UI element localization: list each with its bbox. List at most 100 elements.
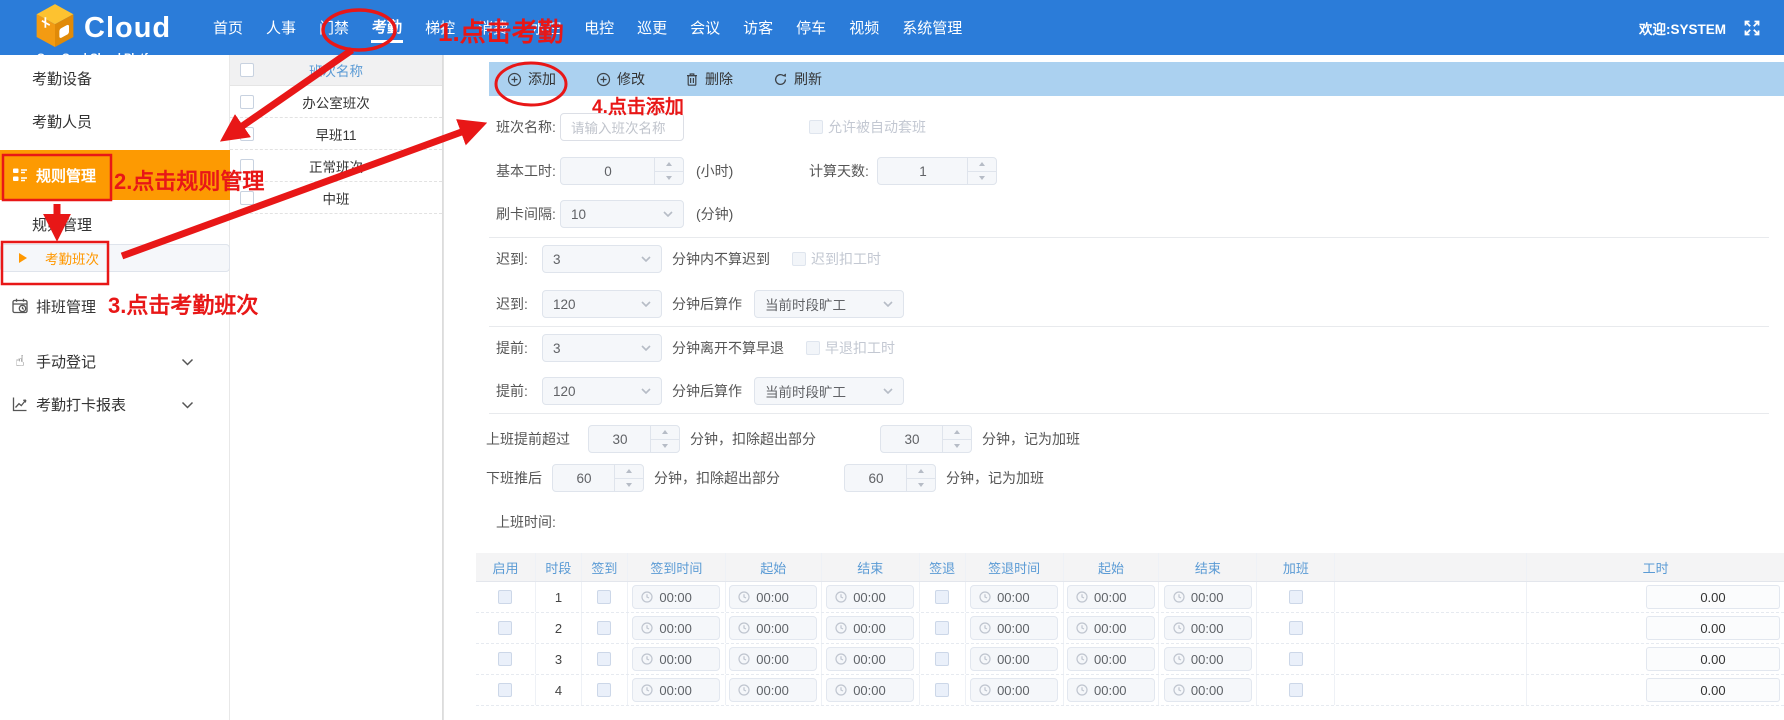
early-grace-select[interactable]: 3 [542, 334, 662, 362]
sidebar-item-attendance-persons[interactable]: 考勤人员 [0, 100, 230, 142]
fullscreen-icon[interactable] [1742, 18, 1762, 38]
start-time-input[interactable]: 00:00 [729, 678, 817, 702]
overtime-checkbox[interactable] [1289, 621, 1303, 635]
swipe-interval-select[interactable]: 10 [560, 200, 684, 228]
stepper-up[interactable] [651, 426, 679, 440]
enable-checkbox[interactable] [498, 683, 512, 697]
stepper-up[interactable] [943, 426, 971, 440]
end-time-input[interactable]: 00:00 [1164, 678, 1252, 702]
end-time-input[interactable]: 00:00 [826, 616, 914, 640]
stepper-up[interactable] [907, 465, 935, 479]
stepper-down[interactable] [968, 172, 996, 185]
stepper-down[interactable] [907, 479, 935, 492]
stepper-up[interactable] [655, 158, 683, 172]
late-absent-select[interactable]: 120 [542, 290, 662, 318]
shift-name-input[interactable]: 请输入班次名称 [560, 113, 684, 141]
checkin-checkbox[interactable] [597, 683, 611, 697]
sidebar-item-rule-management[interactable]: 规则管理 [0, 150, 230, 200]
start-time-input[interactable]: 00:00 [1067, 616, 1155, 640]
row-checkbox[interactable] [240, 191, 254, 205]
sidebar-item-attendance-report[interactable]: 考勤打卡报表 [0, 383, 230, 425]
end-time-input[interactable]: 00:00 [1164, 585, 1252, 609]
chevron-down-icon[interactable] [181, 353, 194, 370]
nav-item-attendance[interactable]: 考勤 [371, 12, 403, 43]
checkout-checkbox[interactable] [935, 652, 949, 666]
shift-list-item[interactable]: 中班 [230, 182, 442, 214]
nav-item-water[interactable]: 水控 [530, 13, 562, 42]
row-checkbox[interactable] [240, 159, 254, 173]
checkout-time-input[interactable]: 00:00 [970, 647, 1058, 671]
nav-item-patrol[interactable]: 巡更 [636, 13, 668, 42]
checkin-checkbox[interactable] [597, 652, 611, 666]
row-checkbox[interactable] [240, 95, 254, 109]
checkin-time-input[interactable]: 00:00 [632, 647, 720, 671]
add-button[interactable]: 添加 [507, 69, 556, 89]
sidebar-subitem-rule-management[interactable]: 规则管理 [0, 203, 230, 245]
edit-button[interactable]: 修改 [596, 69, 645, 89]
stepper-down[interactable] [651, 440, 679, 453]
nav-item-hr[interactable]: 人事 [265, 13, 297, 42]
checkout-checkbox[interactable] [935, 621, 949, 635]
nav-item-access[interactable]: 门禁 [318, 13, 350, 42]
checkin-checkbox[interactable] [597, 621, 611, 635]
stepper-down[interactable] [615, 479, 643, 492]
sidebar-item-shift-scheduling[interactable]: 排班管理 [0, 285, 230, 327]
start-time-input[interactable]: 00:00 [729, 616, 817, 640]
ot-before-stepper2[interactable]: 30 [880, 425, 972, 453]
ot-after-stepper[interactable]: 60 [552, 464, 644, 492]
row-checkbox[interactable] [240, 127, 254, 141]
shift-list-item[interactable]: 早班11 [230, 118, 442, 150]
start-time-input[interactable]: 00:00 [1067, 678, 1155, 702]
late-grace-select[interactable]: 3 [542, 245, 662, 273]
checkin-time-input[interactable]: 00:00 [632, 616, 720, 640]
end-time-input[interactable]: 00:00 [826, 585, 914, 609]
nav-item-visitor[interactable]: 访客 [742, 13, 774, 42]
enable-checkbox[interactable] [498, 621, 512, 635]
end-time-input[interactable]: 00:00 [1164, 616, 1252, 640]
nav-item-video[interactable]: 视频 [848, 13, 880, 42]
end-time-input[interactable]: 00:00 [826, 678, 914, 702]
nav-item-system[interactable]: 系统管理 [901, 13, 963, 42]
overtime-checkbox[interactable] [1289, 590, 1303, 604]
nav-item-parking[interactable]: 停车 [795, 13, 827, 42]
start-time-input[interactable]: 00:00 [729, 647, 817, 671]
nav-item-elevator[interactable]: 梯控 [424, 13, 456, 42]
checkin-time-input[interactable]: 00:00 [632, 585, 720, 609]
stepper-down[interactable] [655, 172, 683, 185]
enable-checkbox[interactable] [498, 652, 512, 666]
nav-item-meeting[interactable]: 会议 [689, 13, 721, 42]
checkout-checkbox[interactable] [935, 683, 949, 697]
stepper-down[interactable] [943, 440, 971, 453]
early-absent-type-select[interactable]: 当前时段旷工 [754, 377, 904, 405]
checkin-time-input[interactable]: 00:00 [632, 678, 720, 702]
nav-item-consume[interactable]: 消费 [477, 13, 509, 42]
select-all-checkbox[interactable] [240, 63, 254, 77]
nav-item-electric[interactable]: 电控 [583, 13, 615, 42]
sidebar-item-manual-register[interactable]: ☝ 手动登记 [0, 340, 230, 382]
early-absent-select[interactable]: 120 [542, 377, 662, 405]
delete-button[interactable]: 删除 [685, 69, 733, 89]
checkin-checkbox[interactable] [597, 590, 611, 604]
overtime-checkbox[interactable] [1289, 683, 1303, 697]
start-time-input[interactable]: 00:00 [1067, 585, 1155, 609]
base-hours-stepper[interactable]: 0 [560, 157, 684, 185]
end-time-input[interactable]: 00:00 [1164, 647, 1252, 671]
overtime-checkbox[interactable] [1289, 652, 1303, 666]
calc-days-stepper[interactable]: 1 [877, 157, 997, 185]
late-absent-type-select[interactable]: 当前时段旷工 [754, 290, 904, 318]
refresh-button[interactable]: 刷新 [773, 69, 822, 89]
checkout-time-input[interactable]: 00:00 [970, 616, 1058, 640]
start-time-input[interactable]: 00:00 [729, 585, 817, 609]
ot-after-stepper2[interactable]: 60 [844, 464, 936, 492]
shift-list-item[interactable]: 办公室班次 [230, 86, 442, 118]
stepper-up[interactable] [968, 158, 996, 172]
checkout-checkbox[interactable] [935, 590, 949, 604]
shift-list-item[interactable]: 正常班次 [230, 150, 442, 182]
nav-item-home[interactable]: 首页 [212, 13, 244, 42]
sidebar-subitem-attendance-shifts[interactable]: 考勤班次 [0, 244, 230, 272]
enable-checkbox[interactable] [498, 590, 512, 604]
checkout-time-input[interactable]: 00:00 [970, 678, 1058, 702]
stepper-up[interactable] [615, 465, 643, 479]
chevron-down-icon[interactable] [181, 396, 194, 413]
sidebar-item-attendance-devices[interactable]: 考勤设备 [0, 57, 230, 99]
